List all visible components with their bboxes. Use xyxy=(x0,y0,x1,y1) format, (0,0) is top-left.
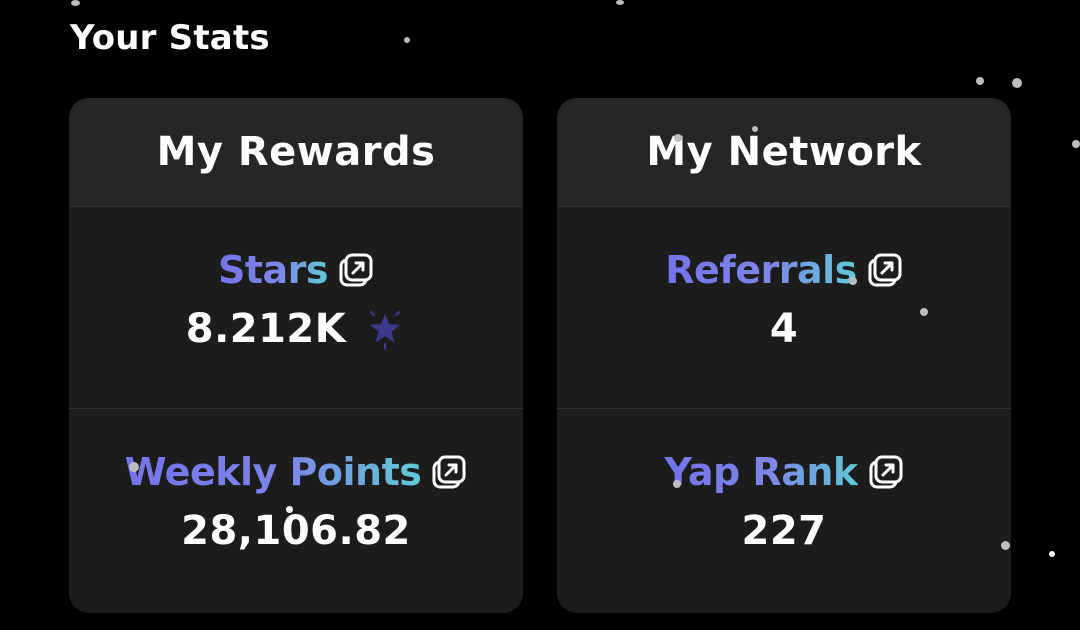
weekly-points-link[interactable]: Weekly Points xyxy=(125,450,468,494)
referrals-link[interactable]: Referrals xyxy=(665,248,903,292)
card-title: My Rewards xyxy=(156,129,436,175)
card-title: My Network xyxy=(646,129,922,175)
card-header: My Network xyxy=(557,98,1011,207)
external-link-icon xyxy=(869,455,903,489)
card-header: My Rewards xyxy=(69,98,523,207)
particle-dot xyxy=(673,480,681,488)
divider xyxy=(557,408,1011,409)
yap-rank-link[interactable]: Yap Rank xyxy=(664,450,903,494)
stars-label: Stars xyxy=(217,248,329,292)
stats-page: Your Stats My Rewards Stars 8.212K Weekl… xyxy=(0,0,1080,630)
stars-link[interactable]: Stars xyxy=(218,248,374,292)
yap-rank-label: Yap Rank xyxy=(664,450,858,494)
particle-dot xyxy=(404,37,410,43)
referrals-label: Referrals xyxy=(665,248,857,292)
weekly-points-label: Weekly Points xyxy=(124,450,422,494)
section-title: Your Stats xyxy=(70,18,270,58)
particle-dot xyxy=(1012,78,1022,88)
yap-rank-stat: Yap Rank 227 xyxy=(557,450,1011,554)
particle-dot xyxy=(286,506,293,513)
particle-dot xyxy=(674,134,682,142)
external-link-icon xyxy=(339,253,373,287)
rewards-card: My Rewards Stars 8.212K Weekly Points 28… xyxy=(69,98,523,613)
particle-dot xyxy=(976,77,984,85)
referrals-stat: Referrals 4 xyxy=(557,248,1011,352)
particle-dot xyxy=(616,0,624,5)
particle-dot xyxy=(849,277,857,285)
particle-dot xyxy=(1072,140,1080,148)
weekly-points-value: 28,106.82 xyxy=(181,508,411,554)
particle-dot xyxy=(1001,541,1010,550)
particle-dot xyxy=(71,0,80,6)
yap-rank-value: 227 xyxy=(741,508,827,554)
external-link-icon xyxy=(432,455,466,489)
particle-dot xyxy=(920,308,928,316)
divider xyxy=(69,408,523,409)
particle-dot xyxy=(752,126,758,132)
external-link-icon xyxy=(868,253,902,287)
stars-value: 8.212K xyxy=(185,306,347,352)
star-icon xyxy=(370,311,401,350)
stars-stat: Stars 8.212K xyxy=(69,248,523,352)
referrals-value: 4 xyxy=(769,306,799,352)
network-card: My Network Referrals 4 Yap Rank 227 xyxy=(557,98,1011,613)
particle-dot xyxy=(1049,551,1055,557)
particle-dot xyxy=(129,462,139,472)
